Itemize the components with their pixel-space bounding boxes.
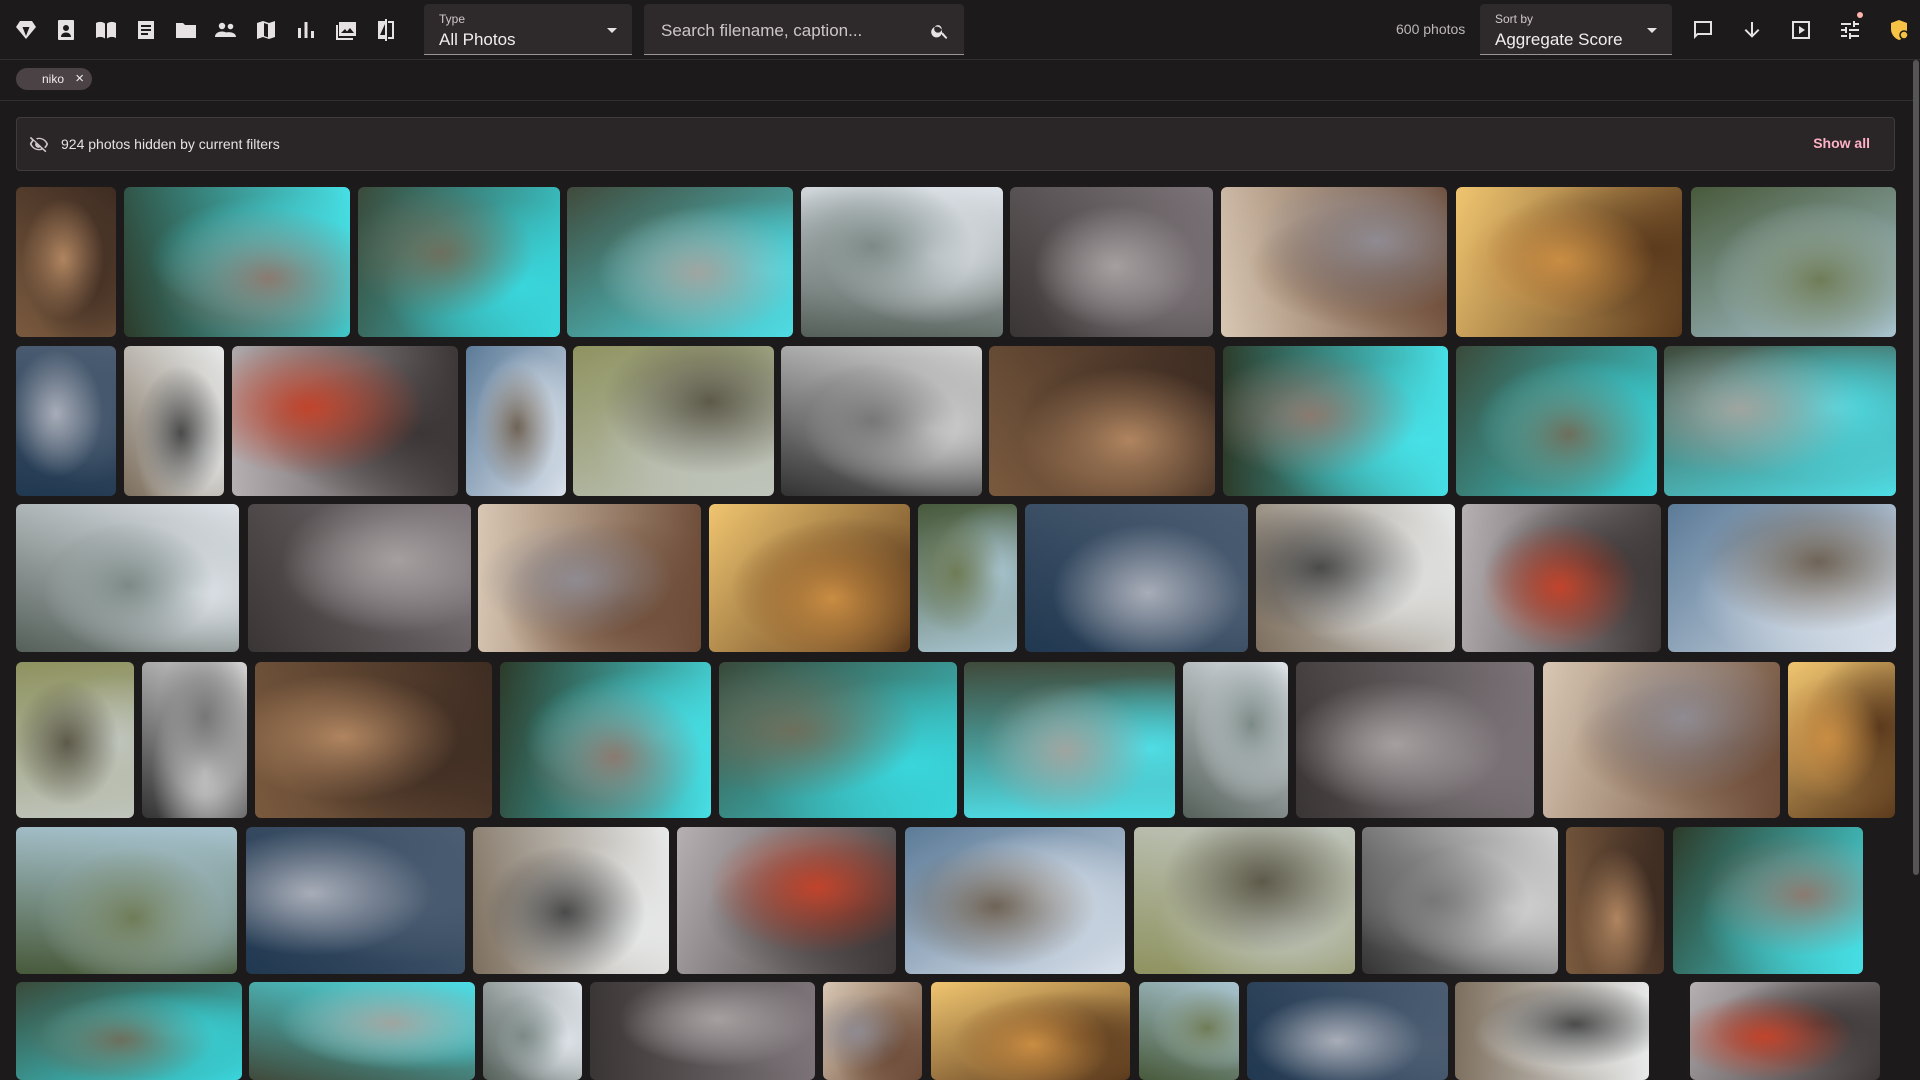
comment-icon[interactable]	[1688, 15, 1718, 45]
scrollbar-thumb[interactable]	[1913, 60, 1919, 875]
photo-thumbnail[interactable]	[1362, 827, 1558, 974]
photo-thumbnail[interactable]	[1566, 827, 1664, 974]
photo-thumbnail[interactable]	[16, 187, 116, 337]
search-icon[interactable]	[930, 21, 950, 41]
photo-thumbnail[interactable]	[232, 346, 458, 496]
photo-thumbnail[interactable]	[1134, 827, 1355, 974]
photo-thumbnail[interactable]	[964, 662, 1175, 818]
photo-count: 600 photos	[1396, 21, 1466, 37]
search-field	[644, 4, 964, 55]
filter-chip-label: niko	[42, 72, 65, 86]
compare-icon[interactable]	[372, 15, 400, 45]
photo-thumbnail[interactable]	[677, 827, 896, 974]
photo-thumbnail[interactable]	[249, 982, 475, 1080]
photo-thumbnail[interactable]	[1543, 662, 1780, 818]
photo-thumbnail[interactable]	[1673, 827, 1863, 974]
photo-thumbnail[interactable]	[16, 346, 116, 496]
book-icon[interactable]	[92, 15, 120, 45]
photo-thumbnail[interactable]	[248, 504, 471, 652]
photo-thumbnail[interactable]	[16, 827, 237, 974]
photo-thumbnail[interactable]	[1788, 662, 1895, 818]
people-icon[interactable]	[212, 15, 240, 45]
portrait-icon[interactable]	[52, 15, 80, 45]
search-input[interactable]	[659, 18, 923, 44]
photo-thumbnail[interactable]	[931, 982, 1130, 1080]
photo-thumbnail[interactable]	[573, 346, 774, 496]
photo-thumbnail[interactable]	[358, 187, 560, 337]
photo-thumbnail[interactable]	[989, 346, 1215, 496]
photo-thumbnail[interactable]	[16, 982, 242, 1080]
chevron-down-icon	[607, 28, 617, 33]
photo-thumbnail[interactable]	[16, 504, 239, 652]
photo-thumbnail[interactable]	[1025, 504, 1248, 652]
photo-thumbnail[interactable]	[918, 504, 1017, 652]
photo-thumbnail[interactable]	[1668, 504, 1896, 652]
chevron-down-icon	[1647, 28, 1657, 33]
notification-dot	[1857, 12, 1863, 18]
article-icon[interactable]	[132, 15, 160, 45]
photo-thumbnail[interactable]	[500, 662, 711, 818]
photo-thumbnail[interactable]	[801, 187, 1003, 337]
photo-thumbnail[interactable]	[823, 982, 922, 1080]
photo-thumbnail[interactable]	[255, 662, 492, 818]
photo-thumbnail[interactable]	[483, 982, 582, 1080]
photo-thumbnail[interactable]	[1223, 346, 1448, 496]
photo-thumbnail[interactable]	[1296, 662, 1534, 818]
close-icon[interactable]: ×	[75, 70, 84, 87]
photo-thumbnail[interactable]	[1256, 504, 1455, 652]
sort-select-label: Sort by	[1495, 12, 1534, 26]
toolbar-actions	[1688, 12, 1914, 45]
photo-thumbnail[interactable]	[1456, 346, 1657, 496]
photo-thumbnail[interactable]	[466, 346, 566, 496]
photo-thumbnail[interactable]	[1455, 982, 1649, 1080]
photo-thumbnail[interactable]	[1139, 982, 1239, 1080]
nav-icons	[12, 15, 400, 45]
photo-thumbnail[interactable]	[142, 662, 247, 818]
photo-thumbnail[interactable]	[1010, 187, 1213, 337]
diamond-icon[interactable]	[12, 15, 40, 45]
sort-select-value: Aggregate Score	[1495, 30, 1623, 49]
photo-thumbnail[interactable]	[781, 346, 982, 496]
banner-message: 924 photos hidden by current filters	[61, 136, 280, 152]
type-select-label: Type	[439, 12, 466, 26]
filter-chip[interactable]: niko ×	[16, 68, 92, 90]
photo-thumbnail[interactable]	[905, 827, 1125, 974]
visibility-off-icon	[29, 134, 51, 156]
photo-library-icon[interactable]	[332, 15, 360, 45]
hidden-photos-banner: 924 photos hidden by current filters Sho…	[16, 117, 1895, 171]
photo-thumbnail[interactable]	[124, 187, 350, 337]
photo-thumbnail[interactable]	[16, 662, 134, 818]
photo-thumbnail[interactable]	[124, 346, 224, 496]
photo-thumbnail[interactable]	[1664, 346, 1896, 496]
filter-chip-row: niko ×	[0, 60, 1920, 101]
tune-icon[interactable]	[1835, 12, 1865, 45]
photo-thumbnail[interactable]	[473, 827, 669, 974]
show-all-button[interactable]: Show all	[1813, 135, 1870, 151]
chart-icon[interactable]	[292, 15, 320, 45]
photo-thumbnail[interactable]	[1183, 662, 1288, 818]
notification-badge-icon[interactable]	[1884, 15, 1914, 45]
slideshow-icon[interactable]	[1786, 15, 1816, 45]
photo-thumbnail[interactable]	[1462, 504, 1661, 652]
type-select-value: All Photos	[439, 30, 516, 49]
photo-thumbnail[interactable]	[719, 662, 957, 818]
photo-thumbnail[interactable]	[567, 187, 793, 337]
photo-thumbnail[interactable]	[709, 504, 910, 652]
type-select[interactable]: Type All Photos	[424, 4, 632, 55]
top-bar: Type All Photos 600 photos Sort by Aggre…	[0, 0, 1920, 60]
photo-thumbnail[interactable]	[1221, 187, 1447, 337]
folder-icon[interactable]	[172, 15, 200, 45]
arrow-down-icon[interactable]	[1737, 15, 1767, 45]
photo-thumbnail[interactable]	[1247, 982, 1448, 1080]
photo-thumbnail[interactable]	[246, 827, 465, 974]
photo-thumbnail[interactable]	[1456, 187, 1682, 337]
map-icon[interactable]	[252, 15, 280, 45]
photo-thumbnail[interactable]	[1690, 982, 1880, 1080]
sort-select[interactable]: Sort by Aggregate Score	[1480, 4, 1672, 55]
photo-thumbnail[interactable]	[478, 504, 701, 652]
photo-thumbnail[interactable]	[1691, 187, 1896, 337]
photo-thumbnail[interactable]	[590, 982, 815, 1080]
